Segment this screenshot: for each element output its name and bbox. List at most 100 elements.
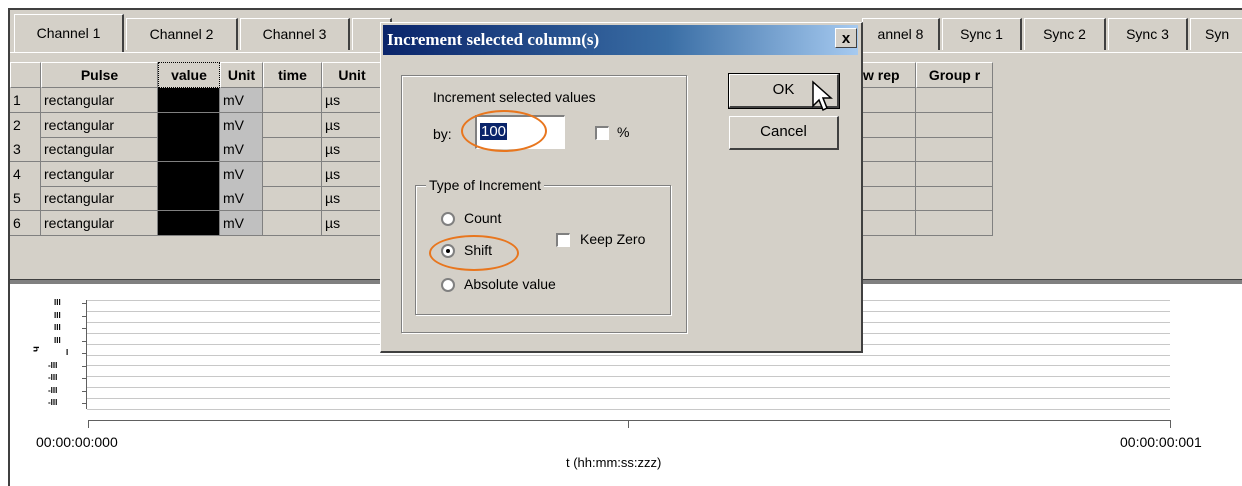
value-cell[interactable] (158, 137, 220, 162)
tab-sync-2[interactable]: Sync 2 (1024, 18, 1106, 50)
unit-cell[interactable]: mV (220, 113, 263, 138)
time-unit-cell[interactable]: µs (322, 137, 382, 162)
column-header-time-unit[interactable]: Unit (322, 62, 382, 88)
unit-cell[interactable]: mV (220, 137, 263, 162)
y-tick-label: III (54, 298, 61, 307)
dialog-title-bar[interactable]: Increment selected column(s) (383, 25, 858, 55)
cancel-button[interactable]: Cancel (729, 116, 839, 150)
time-unit-cell[interactable]: µs (322, 113, 382, 138)
row-header[interactable]: 4 (10, 162, 41, 187)
tab-label: Syn (1205, 26, 1230, 42)
time-unit-cell[interactable]: µs (322, 186, 382, 211)
column-header-pulse[interactable]: Pulse (41, 62, 158, 88)
row-header[interactable]: 5 (10, 186, 41, 211)
row-rep-cell[interactable] (862, 162, 916, 187)
absolute-value-radio[interactable] (441, 278, 455, 292)
highlight-ellipse-shift (429, 235, 519, 271)
unit-cell[interactable]: mV (220, 162, 263, 187)
y-tick-label: -III (48, 398, 58, 407)
tab-sync-3[interactable]: Sync 3 (1108, 18, 1188, 50)
row-header[interactable]: 6 (10, 211, 41, 236)
value-cell[interactable] (158, 113, 220, 138)
cancel-label: Cancel (760, 123, 807, 140)
tab-label: Sync 3 (1126, 26, 1169, 42)
column-header-row-rep[interactable]: w rep (862, 62, 916, 88)
pulse-type-cell[interactable]: rectangular (41, 137, 158, 162)
percent-checkbox[interactable] (595, 126, 609, 140)
grid-line (87, 365, 1170, 367)
tab-label: Sync 2 (1043, 26, 1086, 42)
group-rep-cell[interactable] (916, 186, 993, 211)
y-tick-label: -III (48, 373, 58, 382)
pulse-type-cell[interactable]: rectangular (41, 186, 158, 211)
y-tick (82, 378, 87, 379)
pulse-type-cell[interactable]: rectangular (41, 88, 158, 113)
row-rep-cell[interactable] (862, 186, 916, 211)
time-unit-cell[interactable]: µs (322, 162, 382, 187)
y-tick (82, 403, 87, 404)
x-tick (628, 420, 629, 428)
y-tick-label: -III (48, 360, 58, 370)
pulse-type-cell[interactable]: rectangular (41, 113, 158, 138)
time-cell[interactable] (263, 211, 322, 236)
row-rep-cell[interactable] (862, 211, 916, 236)
keep-zero-checkbox[interactable] (556, 233, 570, 247)
group-rep-cell[interactable] (916, 88, 993, 113)
unit-cell[interactable]: mV (220, 211, 263, 236)
time-cell[interactable] (263, 186, 322, 211)
unit-cell[interactable]: mV (220, 186, 263, 211)
increment-label: Increment selected values (433, 89, 596, 105)
tab-channel-8[interactable]: annel 8 (862, 18, 940, 50)
row-header[interactable]: 3 (10, 137, 41, 162)
header-label: Unit (227, 67, 256, 83)
column-header-time[interactable]: time (263, 62, 322, 88)
time-cell[interactable] (263, 88, 322, 113)
row-rep-cell[interactable] (862, 88, 916, 113)
row-rep-cell[interactable] (862, 113, 916, 138)
y-tick-label: I (66, 348, 69, 357)
x-axis-title: t (hh:mm:ss:zzz) (566, 455, 662, 470)
row-header[interactable]: 2 (10, 113, 41, 138)
time-cell[interactable] (263, 137, 322, 162)
time-cell[interactable] (263, 162, 322, 187)
time-unit-cell[interactable]: µs (322, 211, 382, 236)
group-rep-cell[interactable] (916, 113, 993, 138)
pulse-type-cell[interactable]: rectangular (41, 211, 158, 236)
close-button[interactable]: x (835, 28, 857, 48)
y-tick (82, 365, 87, 367)
value-cell[interactable] (158, 162, 220, 187)
group-rep-cell[interactable] (916, 162, 993, 187)
unit-cell[interactable]: mV (220, 88, 263, 113)
x-end-label: 00:00:00:001 (1120, 434, 1202, 450)
y-tick (82, 390, 87, 392)
tab-channel-2[interactable]: Channel 2 (126, 18, 238, 50)
group-rep-cell[interactable] (916, 211, 993, 236)
x-tick (88, 420, 89, 428)
row-rep-cell[interactable] (862, 137, 916, 162)
tab-channel-1[interactable]: Channel 1 (14, 14, 124, 52)
y-tick (82, 315, 87, 317)
y-axis-label: ч (30, 346, 42, 352)
time-unit-cell[interactable]: µs (322, 88, 382, 113)
count-radio[interactable] (441, 212, 455, 226)
time-cell[interactable] (263, 113, 322, 138)
dialog-title: Increment selected column(s) (387, 30, 600, 49)
tab-sync-4[interactable]: Syn (1190, 18, 1242, 50)
column-header-group-rep[interactable]: Group r (916, 62, 993, 88)
column-header-unit[interactable]: Unit (220, 62, 263, 88)
row-header[interactable]: 1 (10, 88, 41, 113)
increment-dialog: Increment selected column(s) x Increment… (380, 22, 863, 353)
tab-label: annel 8 (877, 26, 924, 42)
value-cell[interactable] (158, 186, 220, 211)
ok-label: OK (772, 81, 795, 98)
tab-label: Sync 1 (960, 26, 1003, 42)
group-rep-cell[interactable] (916, 137, 993, 162)
column-header-value[interactable]: value (158, 62, 220, 88)
tab-channel-3[interactable]: Channel 3 (240, 18, 350, 50)
pulse-type-cell[interactable]: rectangular (41, 162, 158, 187)
value-cell[interactable] (158, 88, 220, 113)
value-cell[interactable] (158, 211, 220, 236)
keep-zero-label: Keep Zero (580, 231, 646, 247)
tab-sync-1[interactable]: Sync 1 (942, 18, 1022, 50)
count-label: Count (464, 210, 502, 226)
